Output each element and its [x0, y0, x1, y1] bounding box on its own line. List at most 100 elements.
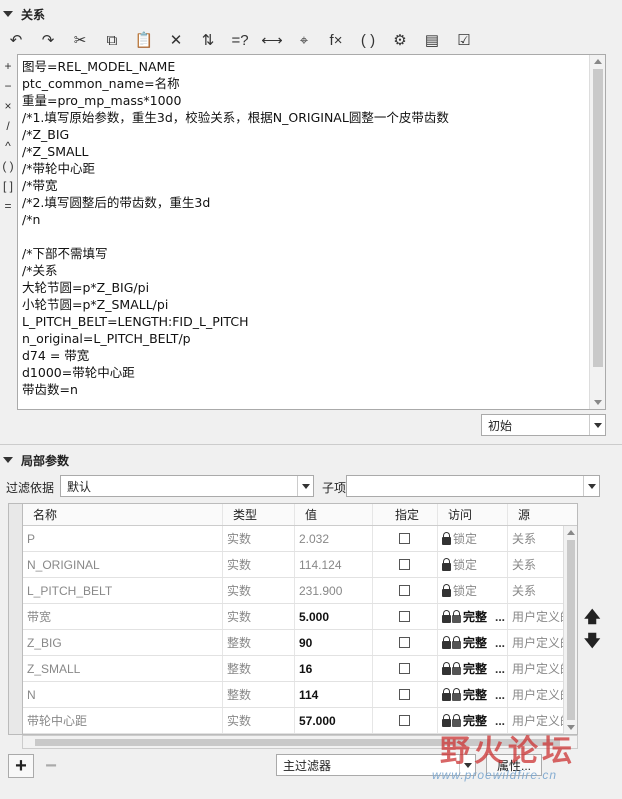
chevron-down-icon[interactable]	[297, 476, 313, 496]
relation-line[interactable]: /*Z_BIG	[22, 126, 585, 143]
more-icon[interactable]: ...	[495, 688, 505, 702]
param-value[interactable]: 90	[295, 630, 373, 655]
function-icon[interactable]: f×	[322, 28, 350, 52]
relation-line[interactable]: /*下部不需填写	[22, 245, 585, 262]
param-access-cell[interactable]: 锁定	[438, 578, 508, 603]
more-icon[interactable]: ...	[495, 610, 505, 624]
bracket-icon[interactable]: ( )	[354, 28, 382, 52]
move-up-icon[interactable]: 🡅	[584, 606, 600, 633]
chevron-down-icon[interactable]	[589, 415, 605, 435]
param-type[interactable]: 实数	[223, 578, 295, 603]
column-header-value[interactable]: 值	[295, 504, 373, 525]
param-access-cell[interactable]: 完整...	[438, 656, 508, 681]
relation-line[interactable]: /*关系	[22, 262, 585, 279]
designate-checkbox[interactable]	[399, 689, 410, 700]
table-row[interactable]: 带宽 实数 5.000 完整... 用户定义的	[23, 604, 577, 630]
add-parameter-button[interactable]: +	[8, 754, 34, 778]
param-designate-cell[interactable]	[373, 552, 438, 577]
chevron-down-icon[interactable]	[583, 476, 599, 496]
param-designate-cell[interactable]	[373, 604, 438, 629]
relation-line[interactable]: L_PITCH_BELT=LENGTH:FID_L_PITCH	[22, 313, 585, 330]
relation-line[interactable]: 图号=REL_MODEL_NAME	[22, 58, 585, 75]
initial-select[interactable]: 初始	[481, 414, 606, 436]
column-header-name[interactable]: 名称	[23, 504, 223, 525]
subitem-select[interactable]	[346, 475, 600, 497]
relation-line[interactable]: /*2.填写圆整后的带齿数，重生3d	[22, 194, 585, 211]
relations-text[interactable]: 图号=REL_MODEL_NAME ptc_common_name=名称 重量=pr…	[22, 58, 585, 398]
scroll-thumb[interactable]	[593, 69, 603, 367]
designate-checkbox[interactable]	[399, 559, 410, 570]
param-access-cell[interactable]: 完整...	[438, 682, 508, 707]
evaluate-icon[interactable]: =?	[226, 28, 254, 52]
param-designate-cell[interactable]	[373, 656, 438, 681]
param-value[interactable]: 5.000	[295, 604, 373, 629]
relation-line[interactable]: 小轮节圆=p*Z_SMALL/pi	[22, 296, 585, 313]
copy-icon[interactable]: ⧉	[98, 28, 126, 52]
relation-line[interactable]: 重量=pro_mp_mass*1000	[22, 92, 585, 109]
measure-icon[interactable]: ⌖	[290, 28, 318, 52]
param-access-cell[interactable]: 锁定	[438, 552, 508, 577]
relation-line[interactable]: 大轮节圆=p*Z_BIG/pi	[22, 279, 585, 296]
dimension-icon[interactable]: ⟷	[258, 28, 286, 52]
relation-line[interactable]: /*1.填写原始参数，重生3d，校验关系，根据N_ORIGINAL圆整一个皮带齿…	[22, 109, 585, 126]
redo-icon[interactable]: ↷	[34, 28, 62, 52]
param-type[interactable]: 实数	[223, 708, 295, 733]
param-value[interactable]: 231.900	[295, 578, 373, 603]
param-value[interactable]: 57.000	[295, 708, 373, 733]
column-header-designate[interactable]: 指定	[373, 504, 438, 525]
relation-line[interactable]: /*n	[22, 211, 585, 228]
table-row[interactable]: Z_BIG 整数 90 完整... 用户定义的	[23, 630, 577, 656]
cut-icon[interactable]: ✂	[66, 28, 94, 52]
param-designate-cell[interactable]	[373, 578, 438, 603]
designate-checkbox[interactable]	[399, 637, 410, 648]
relations-editor[interactable]: 图号=REL_MODEL_NAME ptc_common_name=名称 重量=pr…	[17, 54, 606, 410]
operator-button[interactable]: ×	[0, 96, 16, 116]
operator-button[interactable]: =	[0, 196, 16, 216]
param-name[interactable]: Z_SMALL	[23, 656, 223, 681]
relation-line[interactable]	[22, 228, 585, 245]
relation-line[interactable]: /*带宽	[22, 177, 585, 194]
relation-line[interactable]: /*Z_SMALL	[22, 143, 585, 160]
relation-line[interactable]: d74 = 带宽	[22, 347, 585, 364]
move-down-icon[interactable]: 🡇	[584, 630, 600, 657]
scroll-up-icon[interactable]	[594, 59, 602, 64]
designate-checkbox[interactable]	[399, 585, 410, 596]
designate-checkbox[interactable]	[399, 533, 410, 544]
param-designate-cell[interactable]	[373, 682, 438, 707]
table-row[interactable]: N_ORIGINAL 实数 114.124 锁定 关系	[23, 552, 577, 578]
operator-button[interactable]: /	[0, 116, 16, 136]
more-icon[interactable]: ...	[495, 662, 505, 676]
designate-checkbox[interactable]	[399, 611, 410, 622]
param-access-cell[interactable]: 锁定	[438, 526, 508, 551]
table-row[interactable]: P 实数 2.032 锁定 关系	[23, 526, 577, 552]
param-name[interactable]: Z_BIG	[23, 630, 223, 655]
param-type[interactable]: 整数	[223, 656, 295, 681]
designate-checkbox[interactable]	[399, 663, 410, 674]
relation-line[interactable]: n_original=L_PITCH_BELT/p	[22, 330, 585, 347]
delete-icon[interactable]: ✕	[162, 28, 190, 52]
column-header-access[interactable]: 访问	[438, 504, 508, 525]
operator-button[interactable]: +	[0, 56, 16, 76]
designate-checkbox[interactable]	[399, 715, 410, 726]
param-designate-cell[interactable]	[373, 630, 438, 655]
column-header-type[interactable]: 类型	[223, 504, 295, 525]
param-access-cell[interactable]: 完整...	[438, 604, 508, 629]
operator-button[interactable]: ( )	[0, 156, 16, 176]
relation-line[interactable]: ptc_common_name=名称	[22, 75, 585, 92]
param-designate-cell[interactable]	[373, 526, 438, 551]
more-icon[interactable]: ...	[495, 636, 505, 650]
param-value[interactable]: 114	[295, 682, 373, 707]
paste-icon[interactable]: 📋	[130, 28, 158, 52]
param-name[interactable]: L_PITCH_BELT	[23, 578, 223, 603]
filter-select[interactable]: 默认	[60, 475, 314, 497]
param-value[interactable]: 16	[295, 656, 373, 681]
param-name[interactable]: 带宽	[23, 604, 223, 629]
verify-icon[interactable]: ☑	[450, 28, 478, 52]
column-header-source[interactable]: 源	[508, 504, 577, 525]
param-value[interactable]: 2.032	[295, 526, 373, 551]
relation-line[interactable]: d1000=带轮中心距	[22, 364, 585, 381]
scroll-thumb[interactable]	[567, 540, 575, 720]
param-name[interactable]: P	[23, 526, 223, 551]
table-row[interactable]: Z_SMALL 整数 16 完整... 用户定义的	[23, 656, 577, 682]
show-dimensions-icon[interactable]: ▤	[418, 28, 446, 52]
